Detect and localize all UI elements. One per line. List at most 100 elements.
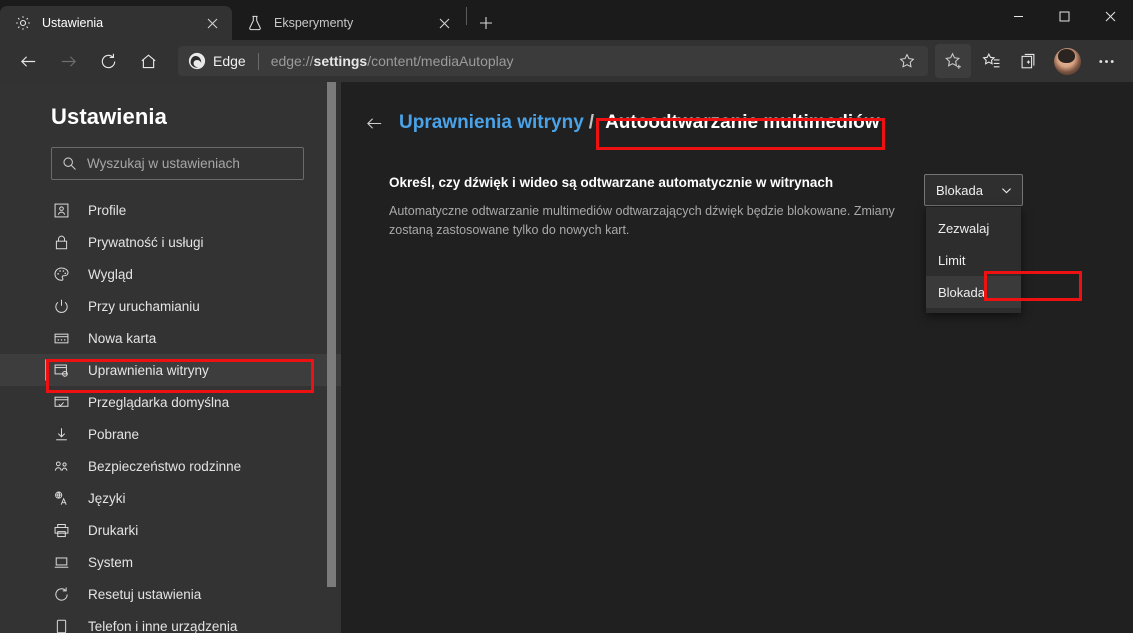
scrollbar-thumb[interactable] [327,82,336,587]
sidebar-nav-list: Profile Prywatność i usługi Wygląd Przy … [0,194,341,633]
add-favorite-icon[interactable] [935,44,971,78]
sidebar-item-default-browser[interactable]: Przeglądarka domyślna [0,386,341,418]
sidebar-item-site-permissions[interactable]: Uprawnienia witryny [0,354,341,386]
sidebar-item-phone-devices[interactable]: Telefon i inne urządzenia [0,610,341,633]
tab-title: Ustawienia [42,16,104,30]
sidebar-item-privacy[interactable]: Prywatność i usługi [0,226,341,258]
dropdown-menu: Zezwalaj Limit Blokada [926,207,1021,313]
page-body: Ustawienia Wyszukaj w ustawieniach Profi… [0,82,1133,633]
tab-separator [466,7,467,25]
phone-icon [51,616,71,633]
family-icon [51,456,71,476]
default-browser-icon [51,392,71,412]
dropdown-option-label: Zezwalaj [938,220,990,236]
sidebar-item-label: Nowa karta [88,330,157,346]
window-controls [995,0,1133,32]
sidebar-item-label: Uprawnienia witryny [88,362,209,378]
settings-content: Uprawnienia witryny / Autoodtwarzanie mu… [341,82,1133,633]
setting-description: Automatyczne odtwarzanie multimediów odt… [389,203,895,238]
sidebar-item-reset[interactable]: Resetuj ustawienia [0,578,341,610]
url-highlight: settings [313,53,368,69]
sidebar-item-label: Resetuj ustawienia [88,586,202,602]
tab-eksperymenty[interactable]: Eksperymenty [232,6,464,40]
sidebar-item-system[interactable]: System [0,546,341,578]
reset-icon [51,584,71,604]
avatar[interactable] [1054,47,1081,75]
palette-icon [51,264,71,284]
search-input[interactable]: Wyszukaj w ustawieniach [51,147,304,180]
star-icon[interactable] [892,48,922,74]
setting-heading: Określ, czy dźwięk i wideo są odtwarzane… [389,175,834,190]
sidebar-item-label: Telefon i inne urządzenia [88,618,238,633]
dropdown-option-label: Blokada [938,284,985,300]
settings-sidebar: Ustawienia Wyszukaj w ustawieniach Profi… [0,82,341,633]
back-button[interactable] [11,44,45,78]
sidebar-item-appearance[interactable]: Wygląd [0,258,341,290]
power-icon [51,296,71,316]
sidebar-item-label: Drukarki [88,522,139,538]
search-icon [62,156,77,171]
gear-icon [14,15,31,32]
maximize-button[interactable] [1041,0,1087,32]
minimize-button[interactable] [995,0,1041,32]
back-arrow-icon[interactable] [359,108,389,138]
sidebar-item-family-safety[interactable]: Bezpieczeństwo rodzinne [0,450,341,482]
dropdown-selected-label: Blokada [936,182,983,198]
close-window-button[interactable] [1087,0,1133,32]
page-title: Ustawienia [51,104,167,129]
flask-icon [246,15,263,32]
sidebar-item-label: Przy uruchamianiu [88,298,200,314]
search-wrap: Wyszukaj w ustawieniach [0,130,341,180]
lock-icon [51,232,71,252]
sidebar-item-label: Wygląd [88,266,133,282]
breadcrumb-parent[interactable]: Uprawnienia witryny [399,112,584,134]
sidebar-item-label: Języki [88,490,126,506]
dropdown-option-blokada[interactable]: Blokada [926,276,1021,308]
sidebar-scrollbar[interactable] [327,82,336,633]
url-text: edge://settings/content/mediaAutoplay [271,53,892,69]
newtab-icon [51,328,71,348]
favorites-icon[interactable] [973,44,1009,78]
autoplay-dropdown: Blokada Zezwalaj Limit Blokada [924,174,1023,313]
setting-row: Określ, czy dźwięk i wideo są odtwarzane… [341,138,1133,313]
setting-text-block: Określ, czy dźwięk i wideo są odtwarzane… [389,174,924,241]
breadcrumb-separator: / [588,112,595,133]
sidebar-item-languages[interactable]: Języki [0,482,341,514]
sidebar-item-label: Prywatność i usługi [88,234,204,250]
profile-icon [51,200,71,220]
sidebar-item-label: System [88,554,134,570]
sidebar-item-downloads[interactable]: Pobrane [0,418,341,450]
close-icon[interactable] [200,11,224,35]
breadcrumb-current: Autoodtwarzanie multimediów [605,112,880,133]
sidebar-item-startup[interactable]: Przy uruchamianiu [0,290,341,322]
sidebar-item-newtab[interactable]: Nowa karta [0,322,341,354]
printer-icon [51,520,71,540]
more-options-icon[interactable] [1088,44,1124,78]
dropdown-option-limit[interactable]: Limit [926,244,1021,276]
sidebar-item-profile[interactable]: Profile [0,194,341,226]
refresh-button[interactable] [91,44,125,78]
new-tab-button[interactable] [469,8,503,38]
brand-label: Edge [213,53,246,69]
language-icon [51,488,71,508]
dropdown-option-zezwalaj[interactable]: Zezwalaj [926,212,1021,244]
chevron-down-icon [1000,184,1013,197]
home-button[interactable] [131,44,165,78]
url-prefix: edge:// [270,53,314,69]
tab-ustawienia[interactable]: Ustawienia [0,6,232,40]
dropdown-option-label: Limit [938,252,966,268]
tab-title: Eksperymenty [274,16,354,30]
download-icon [51,424,71,444]
system-icon [51,552,71,572]
edge-logo: Edge [188,52,246,70]
dropdown-button[interactable]: Blokada [924,174,1023,206]
sidebar-item-label: Profile [88,202,127,218]
navigation-toolbar: Edge edge://settings/content/mediaAutopl… [0,40,1133,82]
omnibox-separator [257,52,259,70]
close-icon[interactable] [432,11,456,35]
forward-button[interactable] [51,44,85,78]
address-bar[interactable]: Edge edge://settings/content/mediaAutopl… [178,46,928,76]
sidebar-item-label: Pobrane [88,426,140,442]
collections-icon[interactable] [1011,44,1047,78]
sidebar-item-printers[interactable]: Drukarki [0,514,341,546]
